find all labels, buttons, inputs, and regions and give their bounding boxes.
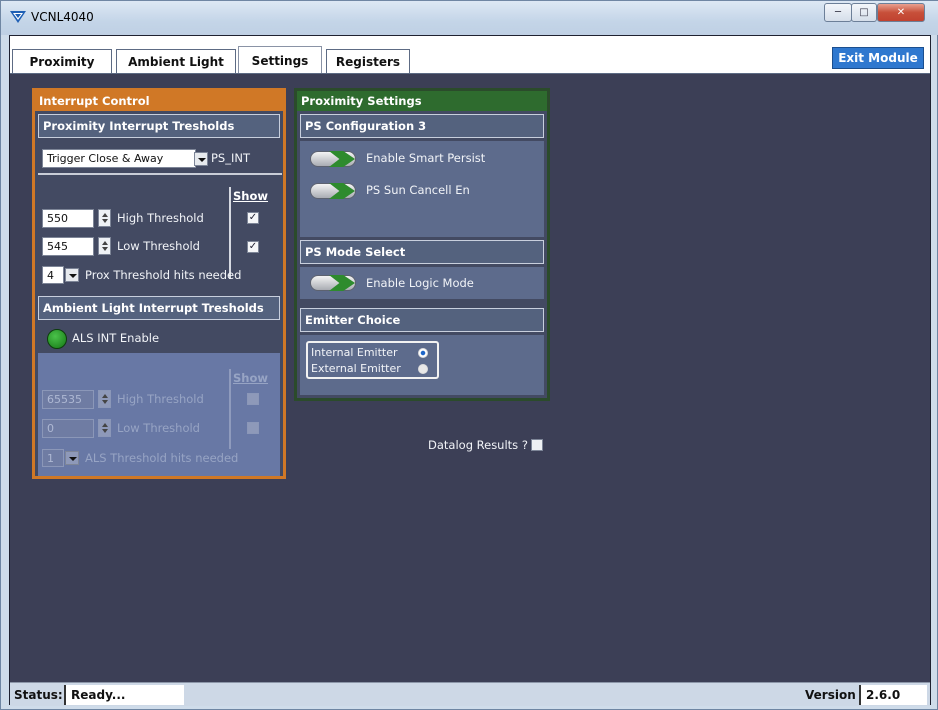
prox-hits-label: Prox Threshold hits needed — [85, 268, 242, 282]
emitter-choice-body: Internal Emitter External Emitter — [300, 335, 544, 395]
emitter-choice-header: Emitter Choice — [300, 308, 544, 332]
tab-settings[interactable]: Settings — [238, 46, 322, 74]
title-bar[interactable]: VCNL4040 ─ □ ✕ — [1, 1, 938, 35]
als-hits-select[interactable]: 1 — [42, 449, 64, 467]
internal-emitter-label: Internal Emitter — [311, 346, 398, 359]
proximity-settings-header: Proximity Settings — [297, 91, 547, 111]
show-divider — [229, 187, 231, 279]
external-emitter-label: External Emitter — [311, 362, 401, 375]
logic-mode-toggle[interactable] — [310, 275, 356, 291]
datalog-checkbox[interactable] — [531, 439, 543, 451]
prox-show-label: Show — [233, 189, 268, 203]
section-divider — [38, 173, 282, 175]
als-interrupt-header: Ambient Light Interrupt Tresholds — [38, 296, 280, 320]
chevron-down-icon[interactable] — [194, 152, 208, 166]
ps-mode-header: PS Mode Select — [300, 240, 544, 264]
als-thresholds-area: Show 65535 High Threshold 0 Low Threshol… — [38, 353, 280, 476]
als-high-show-checkbox[interactable] — [247, 393, 259, 405]
als-high-threshold-input[interactable]: 65535 — [42, 390, 94, 409]
close-button[interactable]: ✕ — [877, 3, 925, 22]
version-label: Version — [805, 688, 856, 702]
als-low-threshold-input[interactable]: 0 — [42, 419, 94, 438]
als-low-spinner[interactable] — [98, 419, 111, 437]
emitter-radio-group: Internal Emitter External Emitter — [306, 341, 439, 379]
app-logo-icon — [10, 11, 26, 23]
als-low-show-checkbox[interactable] — [247, 422, 259, 434]
datalog-label: Datalog Results ? — [428, 438, 528, 452]
ps-int-label: PS_INT — [211, 151, 251, 165]
internal-emitter-radio[interactable] — [418, 348, 428, 358]
tab-ambient-light[interactable]: Ambient Light — [116, 49, 236, 73]
prox-low-threshold-input[interactable]: 545 — [42, 237, 94, 256]
ps-config3-header: PS Configuration 3 — [300, 114, 544, 138]
als-show-label: Show — [233, 371, 268, 385]
status-label: Status: — [14, 688, 63, 702]
prox-high-spinner[interactable] — [98, 209, 111, 227]
als-high-label: High Threshold — [117, 392, 204, 406]
external-emitter-radio[interactable] — [418, 364, 428, 374]
tab-strip: Proximity Ambient Light Settings Registe… — [10, 36, 930, 74]
smart-persist-toggle[interactable] — [310, 151, 356, 167]
tab-divider — [10, 73, 930, 74]
ps-mode-body: Enable Logic Mode — [300, 267, 544, 299]
maximize-button[interactable]: □ — [851, 3, 877, 22]
chevron-down-icon[interactable] — [65, 451, 79, 465]
minimize-button[interactable]: ─ — [824, 3, 852, 22]
maximize-icon: □ — [859, 7, 869, 18]
als-int-enable-label: ALS INT Enable — [72, 331, 160, 345]
prox-high-threshold-input[interactable]: 550 — [42, 209, 94, 228]
ps-config3-body: Enable Smart Persist PS Sun Cancell En — [300, 141, 544, 237]
als-high-spinner[interactable] — [98, 390, 111, 408]
app-window: VCNL4040 ─ □ ✕ Proximity Ambient Light S… — [0, 0, 938, 710]
prox-high-label: High Threshold — [117, 211, 204, 225]
client-area: Proximity Ambient Light Settings Registe… — [9, 35, 931, 706]
interrupt-control-panel: Interrupt Control Proximity Interrupt Tr… — [32, 88, 286, 479]
prox-interrupt-header: Proximity Interrupt Tresholds — [38, 114, 280, 138]
proximity-settings-panel: Proximity Settings PS Configuration 3 En… — [294, 88, 550, 401]
tab-registers[interactable]: Registers — [326, 49, 410, 73]
prox-low-show-checkbox[interactable]: ✓ — [247, 241, 259, 253]
sun-cancel-toggle[interactable] — [310, 183, 356, 199]
als-int-enable-led[interactable] — [47, 329, 67, 349]
prox-low-spinner[interactable] — [98, 237, 111, 255]
interrupt-control-header: Interrupt Control — [35, 91, 283, 111]
exit-module-button[interactable]: Exit Module — [832, 47, 924, 69]
als-low-label: Low Threshold — [117, 421, 200, 435]
status-bar: Status: Ready... Version 2.6.0 — [10, 682, 930, 706]
smart-persist-label: Enable Smart Persist — [366, 151, 486, 165]
window-title: VCNL4040 — [31, 10, 94, 24]
prox-interrupt-mode-select[interactable]: Trigger Close & Away — [42, 149, 196, 168]
prox-high-show-checkbox[interactable]: ✓ — [247, 212, 259, 224]
prox-low-label: Low Threshold — [117, 239, 200, 253]
sun-cancel-label: PS Sun Cancell En — [366, 183, 470, 197]
tab-proximity[interactable]: Proximity — [12, 49, 112, 73]
als-hits-label: ALS Threshold hits needed — [85, 451, 239, 465]
close-icon: ✕ — [896, 7, 906, 18]
prox-hits-select[interactable]: 4 — [42, 266, 64, 284]
minimize-icon: ─ — [834, 7, 842, 18]
show-divider — [229, 369, 231, 449]
version-value: 2.6.0 — [859, 685, 927, 705]
chevron-down-icon[interactable] — [65, 268, 79, 282]
status-value: Ready... — [64, 685, 184, 705]
logic-mode-label: Enable Logic Mode — [366, 276, 474, 290]
